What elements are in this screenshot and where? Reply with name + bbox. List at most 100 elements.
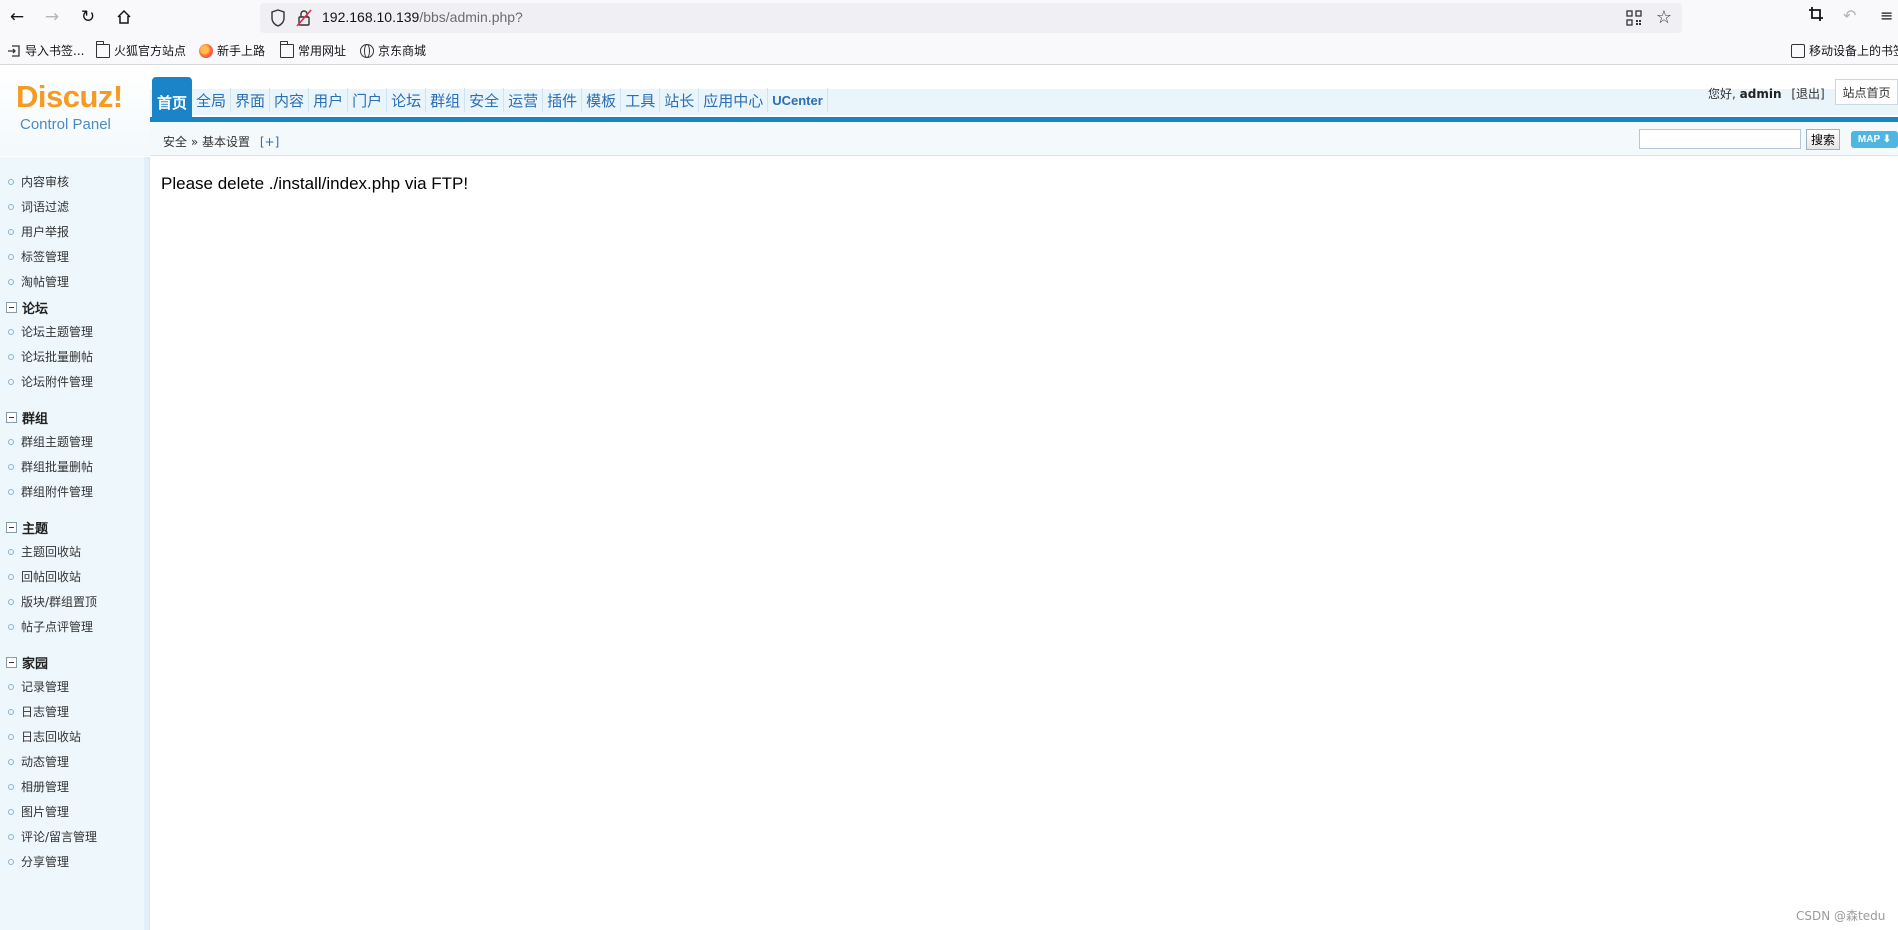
qr-code-icon[interactable]: [1626, 10, 1642, 26]
globe-icon: [360, 43, 374, 58]
forward-arrow-icon[interactable]: →: [40, 6, 64, 28]
sidebar-item-label: 群组批量删帖: [21, 460, 94, 474]
bullet-icon: [8, 573, 14, 580]
sidebar-item[interactable]: 词语过滤: [8, 198, 69, 215]
bullet-icon: [8, 463, 14, 470]
sidebar-item[interactable]: 主题回收站: [8, 543, 81, 560]
nav-item-plugin[interactable]: 插件: [543, 88, 583, 112]
sidebar-item[interactable]: 用户举报: [8, 223, 69, 240]
main-content: Please delete ./install/index.php via FT…: [151, 157, 1898, 930]
breadcrumb-section[interactable]: 安全: [163, 135, 187, 149]
sidebar-item[interactable]: 论坛批量删帖: [8, 348, 93, 365]
sidebar-item-label: 群组主题管理: [21, 435, 94, 449]
url-bar[interactable]: 192.168.10.139/bbs/admin.php? ☆: [260, 3, 1682, 33]
nav-item-safe[interactable]: 安全: [465, 88, 505, 112]
collapse-icon: [6, 657, 17, 668]
bookmark-label: 火狐官方站点: [114, 44, 187, 58]
back-arrow-icon[interactable]: ←: [5, 6, 29, 28]
breadcrumb-separator: »: [190, 135, 199, 149]
sidebar-item[interactable]: 回帖回收站: [8, 568, 81, 585]
bookmark-mobile[interactable]: 移动设备上的书签: [1791, 42, 1898, 59]
sidebar-item[interactable]: 群组批量删帖: [8, 458, 93, 475]
search-button[interactable]: 搜索: [1806, 129, 1840, 150]
sidebar-item[interactable]: 记录管理: [8, 678, 69, 695]
bookmark-common-sites[interactable]: 常用网址: [279, 40, 347, 59]
bookmark-label: 新手上路: [217, 44, 266, 58]
bookmark-jd[interactable]: 京东商城: [360, 42, 426, 59]
sidebar-item-label: 版块/群组置顶: [21, 595, 98, 609]
greeting: 您好,: [1708, 87, 1736, 101]
nav-item-tools[interactable]: 工具: [621, 88, 661, 112]
sidebar-group-forum[interactable]: 论坛: [6, 298, 48, 317]
nav-item-user[interactable]: 用户: [309, 88, 349, 112]
bullet-icon: [8, 328, 14, 335]
sidebar-item[interactable]: 淘帖管理: [8, 273, 69, 290]
logout-link[interactable]: [退出]: [1791, 87, 1824, 101]
nav-item-template[interactable]: 模板: [582, 88, 622, 112]
nav-item-home[interactable]: 首页: [152, 77, 193, 117]
map-button[interactable]: MAP ⬇: [1851, 131, 1898, 148]
sidebar-group-home[interactable]: 家园: [6, 653, 48, 672]
nav-item-content[interactable]: 内容: [270, 88, 310, 112]
bookmark-import[interactable]: 导入书签...: [7, 42, 84, 59]
sidebar-item[interactable]: 日志管理: [8, 703, 69, 720]
bookmark-label: 京东商城: [378, 44, 427, 58]
nav-item-operation[interactable]: 运营: [504, 88, 544, 112]
site-home-button[interactable]: 站点首页: [1835, 79, 1898, 105]
bullet-icon: [8, 708, 14, 715]
bullet-icon: [8, 758, 14, 765]
sidebar-item[interactable]: 内容审核: [8, 173, 69, 190]
sidebar-item[interactable]: 评论/留言管理: [8, 828, 97, 845]
screenshot-crop-icon[interactable]: [1808, 6, 1824, 26]
search-input[interactable]: [1639, 129, 1801, 149]
top-nav: 首页 全局 界面 内容 用户 门户 论坛 群组 安全 运营 插件 模板 工具 站…: [152, 77, 828, 117]
sidebar-item[interactable]: 论坛附件管理: [8, 373, 93, 390]
add-shortcut-link[interactable]: [+]: [260, 135, 279, 149]
sidebar-item[interactable]: 群组主题管理: [8, 433, 93, 450]
sidebar-item[interactable]: 日志回收站: [8, 728, 81, 745]
bullet-icon: [8, 548, 14, 555]
sidebar-item-label: 用户举报: [21, 225, 70, 239]
bullet-icon: [8, 598, 14, 605]
bookmark-firefox-official[interactable]: 火狐官方站点: [95, 40, 187, 59]
sidebar-group-group[interactable]: 群组: [6, 408, 48, 427]
logo[interactable]: Discuz! Control Panel: [0, 65, 150, 156]
sidebar: 内容审核 词语过滤 用户举报 标签管理 淘帖管理 论坛 论坛主题管理 论坛批量删…: [0, 157, 150, 930]
nav-item-forum[interactable]: 论坛: [387, 88, 427, 112]
undo-arrow-icon[interactable]: ↶: [1843, 6, 1856, 25]
bookmark-star-icon[interactable]: ☆: [1656, 7, 1672, 28]
url-host: 192.168.10.139: [322, 9, 420, 25]
sidebar-item[interactable]: 群组附件管理: [8, 483, 93, 500]
menu-hamburger-icon[interactable]: ≡: [1880, 6, 1893, 25]
bookmark-label: 常用网址: [298, 44, 347, 58]
reload-icon[interactable]: ↻: [76, 6, 100, 28]
tracking-shield-icon[interactable]: [270, 9, 286, 27]
sidebar-item[interactable]: 论坛主题管理: [8, 323, 93, 340]
nav-item-founder[interactable]: 站长: [660, 88, 700, 112]
home-icon[interactable]: [112, 6, 136, 28]
sidebar-item-label: 帖子点评管理: [21, 620, 94, 634]
username: admin: [1739, 87, 1782, 101]
nav-item-ucenter[interactable]: UCenter: [768, 88, 828, 112]
url-text[interactable]: 192.168.10.139/bbs/admin.php?: [322, 9, 523, 25]
nav-item-style[interactable]: 界面: [231, 88, 271, 112]
sidebar-group-thread[interactable]: 主题: [6, 518, 48, 537]
sidebar-item[interactable]: 标签管理: [8, 248, 69, 265]
nav-item-cloudaddons[interactable]: 应用中心: [699, 88, 769, 112]
insecure-lock-icon[interactable]: [296, 9, 312, 27]
sidebar-item-label: 词语过滤: [21, 200, 70, 214]
sidebar-item[interactable]: 图片管理: [8, 803, 69, 820]
firefox-icon: [199, 43, 213, 58]
sidebar-item[interactable]: 相册管理: [8, 778, 69, 795]
install-warning-message: Please delete ./install/index.php via FT…: [161, 174, 469, 193]
bullet-icon: [8, 378, 14, 385]
sidebar-item[interactable]: 版块/群组置顶: [8, 593, 97, 610]
sidebar-item[interactable]: 帖子点评管理: [8, 618, 93, 635]
sidebar-item[interactable]: 分享管理: [8, 853, 69, 870]
bookmark-getting-started[interactable]: 新手上路: [199, 42, 265, 59]
nav-item-global[interactable]: 全局: [192, 88, 232, 112]
bookmarks-bar: 导入书签... 火狐官方站点 新手上路 常用网址 京东商城 移动设备上的书签: [0, 35, 1898, 65]
nav-item-group[interactable]: 群组: [426, 88, 466, 112]
sidebar-item[interactable]: 动态管理: [8, 753, 69, 770]
nav-item-portal[interactable]: 门户: [348, 88, 388, 112]
